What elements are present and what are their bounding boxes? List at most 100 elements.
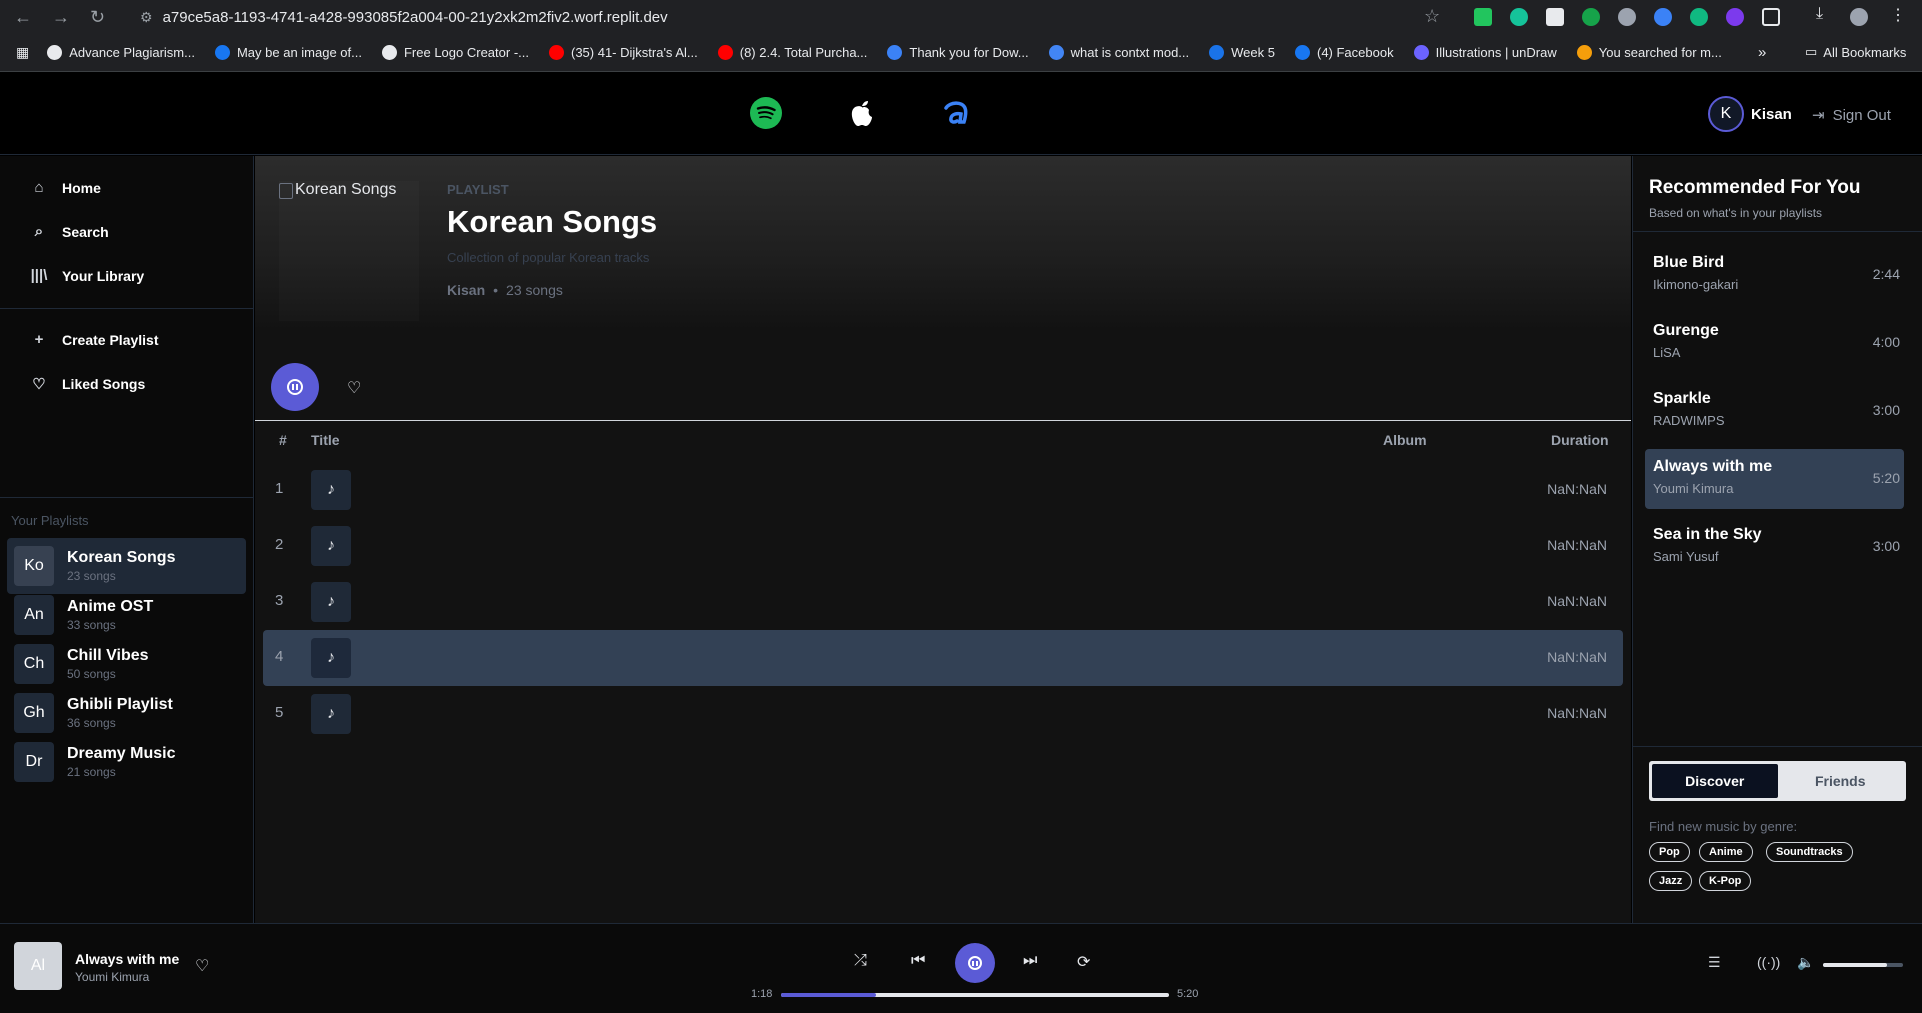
sidebar-playlist-item[interactable]: An Anime OST 33 songs — [7, 587, 246, 643]
panel-divider — [1633, 746, 1922, 747]
repeat-icon[interactable]: ⟳ — [1077, 952, 1090, 972]
nav-library-label: Your Library — [62, 267, 145, 284]
site-info-icon[interactable]: ⚙ — [140, 9, 153, 26]
bookmarks-overflow-icon[interactable]: » — [1758, 44, 1766, 61]
user-avatar[interactable]: K — [1708, 96, 1744, 132]
bookmark-item[interactable]: You searched for m... — [1576, 45, 1722, 60]
bookmark-item[interactable]: (35) 41- Dijkstra's Al... — [548, 45, 698, 60]
bookmark-item[interactable]: Advance Plagiarism... — [47, 45, 195, 60]
player-play-pause-button[interactable] — [955, 943, 995, 983]
shield-extension-icon[interactable] — [1582, 8, 1600, 26]
genre-chip-jazz[interactable]: Jazz — [1649, 871, 1693, 891]
bookmark-star-icon[interactable]: ☆ — [1424, 6, 1440, 27]
bookmark-item[interactable]: Free Logo Creator -... — [381, 45, 529, 60]
recommended-track[interactable]: Sea in the Sky Sami Yusuf 3:00 — [1645, 517, 1904, 577]
genre-chip-pop[interactable]: Pop — [1649, 842, 1690, 862]
volume-icon[interactable]: 🔈 — [1797, 954, 1814, 971]
bookmark-favicon-icon — [548, 45, 564, 60]
bookmark-label: (8) 2.4. Total Purcha... — [739, 45, 868, 60]
rec-track-artist: Youmi Kimura — [1653, 481, 1734, 496]
recommended-track[interactable]: Gurenge LiSA 4:00 — [1645, 313, 1904, 373]
next-track-icon[interactable]: ⏭ — [1023, 952, 1037, 970]
now-playing-title[interactable]: Always with me — [75, 951, 179, 967]
bookmark-item[interactable]: Illustrations | unDraw — [1413, 45, 1557, 60]
nav-search[interactable]: ⌕ Search — [30, 223, 109, 240]
queue-icon[interactable]: ☰ — [1708, 954, 1721, 971]
now-playing-artist[interactable]: Youmi Kimura — [75, 970, 149, 984]
devices-icon[interactable]: ((·)) — [1757, 954, 1780, 970]
nav-library[interactable]: |||\ Your Library — [30, 267, 145, 284]
table-row[interactable]: 5 ♪ NaN:NaN — [263, 686, 1623, 742]
apps-grid-icon[interactable]: ▦ — [16, 44, 29, 61]
recommended-track[interactable]: Sparkle RADWIMPS 3:00 — [1645, 381, 1904, 441]
col-number: # — [279, 432, 287, 448]
sidebar-playlist-item[interactable]: Gh Ghibli Playlist 36 songs — [7, 685, 246, 741]
bookmark-item[interactable]: what is contxt mod... — [1048, 45, 1189, 60]
bookmark-item[interactable]: May be an image of... — [214, 45, 362, 60]
col-album[interactable]: Album — [1383, 432, 1427, 448]
table-row[interactable]: 1 ♪ NaN:NaN — [263, 462, 1623, 518]
green-extension-icon[interactable] — [1690, 8, 1708, 26]
playlist-name: Dreamy Music — [67, 745, 176, 762]
playlist-badge: An — [14, 595, 54, 635]
play-pause-button[interactable] — [271, 363, 319, 411]
genre-chip-anime[interactable]: Anime — [1699, 842, 1753, 862]
music-note-icon: ♪ — [311, 694, 351, 734]
table-row[interactable]: 3 ♪ NaN:NaN — [263, 574, 1623, 630]
spotify-icon[interactable] — [748, 95, 784, 131]
liked-songs-button[interactable]: ♡ Liked Songs — [30, 375, 145, 393]
nav-home[interactable]: ⌂ Home — [30, 179, 100, 196]
playlist-name: Korean Songs — [67, 549, 176, 566]
previous-track-icon[interactable]: ⏮ — [911, 952, 925, 970]
create-playlist-button[interactable]: + Create Playlist — [30, 331, 159, 348]
sign-out-button[interactable]: ⇥ Sign Out — [1812, 106, 1891, 125]
col-title[interactable]: Title — [311, 432, 340, 448]
all-bookmarks-button[interactable]: ▭ All Bookmarks — [1805, 44, 1906, 60]
recommended-track[interactable]: Always with me Youmi Kimura 5:20 — [1645, 449, 1904, 509]
bookmark-item[interactable]: Thank you for Dow... — [887, 45, 1029, 60]
forward-arrow-icon[interactable]: → — [52, 7, 70, 28]
tab-discover[interactable]: Discover — [1652, 764, 1778, 798]
genre-chip-kpop[interactable]: K-Pop — [1699, 871, 1752, 891]
reload-icon[interactable]: ↻ — [90, 7, 105, 28]
table-row[interactable]: 2 ♪ NaN:NaN — [263, 518, 1623, 574]
shuffle-icon[interactable]: ⤮ — [854, 952, 867, 970]
bookmark-item[interactable]: (4) Facebook — [1294, 45, 1394, 60]
sidebar-playlist-item[interactable]: Dr Dreamy Music 21 songs — [7, 734, 246, 790]
gray-extension-icon[interactable] — [1618, 8, 1636, 26]
extensions-puzzle-icon[interactable] — [1762, 8, 1780, 26]
download-icon[interactable]: ⤓ — [1816, 5, 1834, 23]
tab-friends[interactable]: Friends — [1778, 764, 1904, 798]
third-service-icon[interactable] — [938, 95, 974, 131]
progress-bar[interactable] — [781, 993, 1169, 997]
total-time: 5:20 — [1177, 988, 1199, 1000]
genre-chip-soundtracks[interactable]: Soundtracks — [1766, 842, 1853, 862]
address-bar[interactable]: ⚙ a79ce5a8-1193-4741-a428-993085f2a004-0… — [140, 9, 668, 26]
playlist-view: Korean Songs PLAYLIST Korean Songs Colle… — [255, 156, 1631, 923]
purple-extension-icon[interactable] — [1726, 8, 1744, 26]
x-extension-icon[interactable] — [1546, 8, 1564, 26]
extension-icon[interactable] — [1474, 8, 1492, 26]
table-row[interactable]: 4 ♪ NaN:NaN — [263, 630, 1623, 686]
grammarly-icon[interactable] — [1510, 8, 1528, 26]
blue-extension-icon[interactable] — [1654, 8, 1672, 26]
sign-out-icon: ⇥ — [1812, 107, 1825, 124]
profile-avatar-icon[interactable] — [1850, 8, 1868, 26]
like-playlist-heart-icon[interactable]: ♡ — [347, 378, 361, 398]
bookmark-label: Advance Plagiarism... — [69, 45, 195, 60]
bookmark-item[interactable]: (8) 2.4. Total Purcha... — [717, 45, 868, 60]
like-track-heart-icon[interactable]: ♡ — [195, 956, 209, 976]
recommended-track[interactable]: Blue Bird Ikimono-gakari 2:44 — [1645, 245, 1904, 305]
sidebar-playlist-item[interactable]: Ko Korean Songs 23 songs — [7, 538, 246, 594]
volume-slider[interactable] — [1823, 963, 1903, 967]
app-header: K Kisan ⇥ Sign Out — [0, 73, 1922, 155]
back-arrow-icon[interactable]: ← — [14, 7, 32, 28]
col-duration[interactable]: Duration — [1551, 432, 1609, 448]
browser-menu-icon[interactable]: ⋮ — [1890, 5, 1908, 24]
sidebar-playlist-item[interactable]: Ch Chill Vibes 50 songs — [7, 636, 246, 692]
playlist-owner[interactable]: Kisan — [447, 282, 485, 298]
apple-music-icon[interactable] — [844, 95, 880, 131]
bookmark-item[interactable]: Week 5 — [1209, 45, 1275, 60]
playlist-text: Korean Songs 23 songs — [67, 549, 175, 583]
user-name[interactable]: Kisan — [1751, 106, 1792, 123]
